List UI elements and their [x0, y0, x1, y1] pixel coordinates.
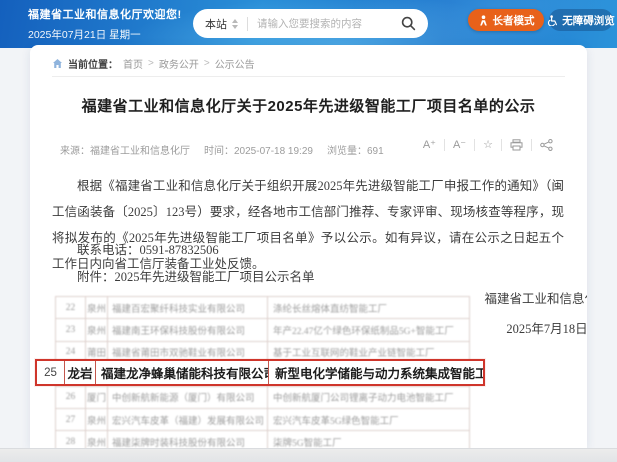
attachment-link[interactable]: 附件：2025年先进级智能工厂项目公示名单 [52, 264, 564, 290]
cell-city: 泉州 [86, 297, 108, 318]
table-row: 26 厦门 中创新航新能源（厦门）有限公司 中创新航厦门公司锂离子动力电池智能工… [56, 387, 469, 409]
breadcrumb-gov-open[interactable]: 政务公开 [159, 56, 199, 71]
signature-org: 福建省工业和信息化厅 [482, 288, 587, 307]
page-title: 福建省工业和信息化厅关于2025年先进级智能工厂项目名单的公示 [50, 95, 567, 116]
font-decrease-button[interactable]: A⁻ [445, 138, 474, 151]
cell-company: 中创新航新能源（厦门）有限公司 [108, 387, 268, 408]
accessibility-button[interactable]: 无障碍浏览 [549, 9, 613, 31]
highlight-project: 新型电化学储能与动力系统集成智能工厂 [269, 361, 483, 384]
home-icon [52, 58, 63, 69]
breadcrumb: 当前位置： 首页 > 政务公开 > 公示公告 [52, 56, 255, 71]
print-icon[interactable] [502, 139, 531, 151]
search-bar[interactable]: 本站 [193, 9, 428, 38]
meta-source: 来源：福建省工业和信息化厅 [60, 142, 190, 157]
search-scope-label: 本站 [205, 16, 227, 32]
highlight-no: 25 [37, 361, 65, 384]
current-date: 2025年07月21日 星期一 [28, 27, 182, 42]
highlight-city: 龙岩 [65, 361, 96, 384]
elder-mode-button[interactable]: 长者模式 [468, 9, 544, 31]
cell-project: 年产22.47亿个绿色环保纸制品5G+智能工厂 [268, 319, 469, 340]
cell-no: 27 [56, 409, 86, 430]
breadcrumb-rule [52, 76, 565, 77]
cell-city: 泉州 [86, 431, 108, 448]
welcome-text: 福建省工业和信息化厅欢迎您! [28, 6, 182, 22]
meta-views: 浏览量：691 [327, 142, 384, 157]
cell-project: 宏兴汽车皮革5G绿色智能工厂 [268, 409, 469, 430]
cell-no: 22 [56, 297, 86, 318]
cell-no: 23 [56, 319, 86, 340]
cell-city: 泉州 [86, 409, 108, 430]
table-row: 22 泉州 福建百宏聚纤科技实业有限公司 涤纶长丝熔体直纺智能工厂 [56, 297, 469, 319]
search-divider [247, 17, 248, 31]
meta-time: 时间：2025-07-18 19:29 [204, 142, 313, 157]
signature-block: 福建省工业和信息化厅 2025年7月18日 [482, 288, 587, 337]
accessibility-label: 无障碍浏览 [562, 13, 615, 28]
cell-city: 厦门 [86, 387, 108, 408]
breadcrumb-separator: > [204, 58, 210, 69]
wheelchair-icon [547, 15, 558, 26]
breadcrumb-label: 当前位置： [68, 56, 118, 71]
table-row: 28 泉州 福建柒牌时装科技股份有限公司 柒牌5G智能工厂 [56, 431, 469, 448]
cell-city: 泉州 [86, 319, 108, 340]
site-welcome: 福建省工业和信息化厅欢迎您! 2025年07月21日 星期一 [28, 6, 182, 42]
cell-no: 26 [56, 387, 86, 408]
search-input[interactable] [257, 18, 395, 30]
content-card: 当前位置： 首页 > 政务公开 > 公示公告 福建省工业和信息化厅关于2025年… [30, 45, 587, 448]
font-increase-button[interactable]: A⁺ [415, 138, 444, 151]
elder-person-icon [478, 15, 489, 26]
search-icon[interactable] [401, 16, 416, 31]
search-scope-select[interactable]: 本站 [205, 16, 238, 32]
table-row: 23 泉州 福建南王环保科技股份有限公司 年产22.47亿个绿色环保纸制品5G+… [56, 319, 469, 341]
chevron-updown-icon [232, 19, 238, 29]
site-header: 福建省工业和信息化厅欢迎您! 2025年07月21日 星期一 本站 长者模式 无… [0, 0, 617, 48]
table-row: 27 泉州 宏兴汽车皮革（福建）发展有限公司 宏兴汽车皮革5G绿色智能工厂 [56, 409, 469, 431]
breadcrumb-separator: > [148, 58, 154, 69]
contact-phone: 联系电话：0591-87832506 [52, 237, 564, 263]
cell-company: 福建百宏聚纤科技实业有限公司 [108, 297, 268, 318]
elder-mode-label: 长者模式 [493, 13, 535, 28]
article-meta: 来源：福建省工业和信息化厅 时间：2025-07-18 19:29 浏览量：69… [60, 142, 384, 157]
cell-company: 福建南王环保科技股份有限公司 [108, 319, 268, 340]
share-icon[interactable] [532, 139, 561, 151]
page-bottom-strip [0, 448, 617, 462]
cell-company: 福建柒牌时装科技股份有限公司 [108, 431, 268, 448]
breadcrumb-home[interactable]: 首页 [123, 56, 143, 71]
signature-date: 2025年7月18日 [482, 318, 587, 337]
favorite-star-icon[interactable]: ☆ [475, 138, 501, 151]
cell-project: 涤纶长丝熔体直纺智能工厂 [268, 297, 469, 318]
cell-project: 中创新航厦门公司锂离子动力电池智能工厂 [268, 387, 469, 408]
cell-company: 宏兴汽车皮革（福建）发展有限公司 [108, 409, 268, 430]
cell-no: 28 [56, 431, 86, 448]
highlight-company: 福建龙净蜂巢储能科技有限公司 [96, 361, 269, 384]
cell-project: 柒牌5G智能工厂 [268, 431, 469, 448]
breadcrumb-notices[interactable]: 公示公告 [215, 56, 255, 71]
article-toolbar: A⁺ A⁻ ☆ [415, 138, 561, 151]
highlighted-row-annotation: 25 龙岩 福建龙净蜂巢储能科技有限公司 新型电化学储能与动力系统集成智能工厂 [35, 359, 485, 386]
